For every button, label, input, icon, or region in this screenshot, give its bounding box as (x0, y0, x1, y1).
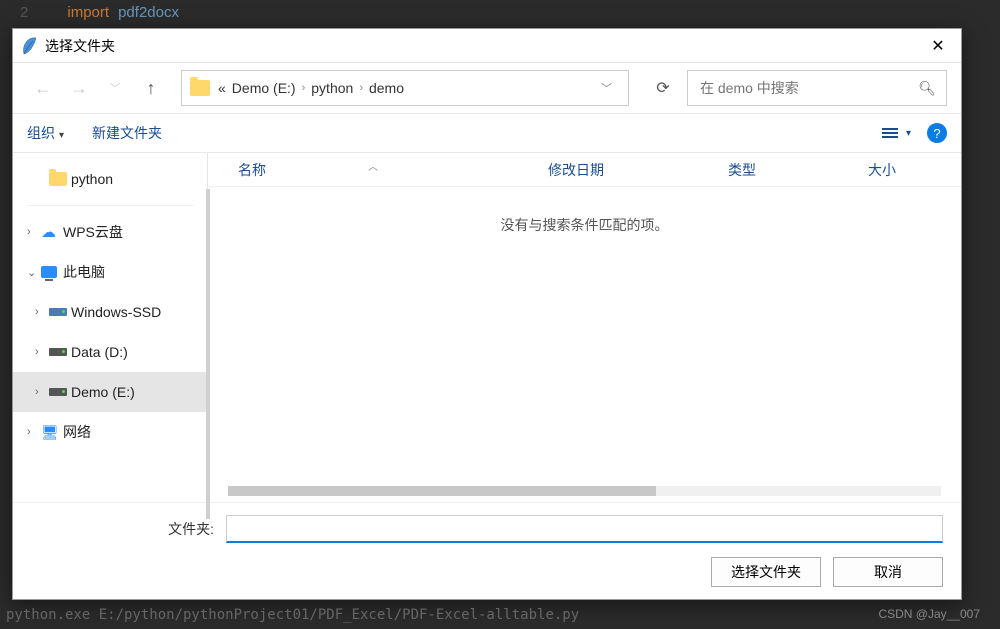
tree-item-drive-c[interactable]: › Windows-SSD (13, 292, 207, 332)
toolbar: 组织 ▾ 新建文件夹 ▾ ? (13, 113, 961, 153)
tree-item-this-pc[interactable]: ⌄ 此电脑 (13, 252, 207, 292)
watermark: CSDN @Jay__007 (878, 607, 980, 621)
organize-menu[interactable]: 组织 ▾ (27, 123, 64, 143)
close-button[interactable]: ✕ (923, 36, 953, 56)
breadcrumb-dropdown[interactable]: ﹀ (593, 80, 620, 96)
tree-label: WPS云盘 (63, 222, 123, 242)
button-row: 选择文件夹 取消 (31, 557, 943, 587)
forward-button[interactable]: → (63, 72, 95, 104)
folder-icon (190, 80, 210, 96)
tree-label: Data (D:) (71, 344, 128, 360)
scrollbar-thumb[interactable] (228, 486, 656, 496)
folder-icon (49, 172, 67, 186)
tree-item-wps-cloud[interactable]: ›☁ WPS云盘 (13, 212, 207, 252)
breadcrumb-segment[interactable]: demo (369, 80, 404, 96)
network-icon: 🖥 (41, 424, 59, 441)
empty-message: 没有与搜索条件匹配的项。 (208, 215, 961, 235)
search-box[interactable]: 🔍︎ (687, 70, 947, 106)
drive-icon (49, 388, 67, 396)
column-modified[interactable]: 修改日期 (518, 160, 698, 180)
breadcrumb-prefix: « (218, 80, 226, 96)
new-folder-button[interactable]: 新建文件夹 (92, 123, 162, 143)
help-button[interactable]: ? (927, 123, 947, 143)
breadcrumb-segment[interactable]: python (311, 80, 353, 96)
folder-label: 文件夹: (31, 519, 226, 539)
select-folder-button[interactable]: 选择文件夹 (711, 557, 821, 587)
chevron-down-icon[interactable]: ▾ (906, 128, 911, 139)
address-bar[interactable]: « Demo (E:) › python › demo ﹀ (181, 70, 629, 106)
terminal-output: python.exe E:/python/pythonProject01/PDF… (0, 607, 1000, 629)
organize-label: 组织 (27, 125, 55, 141)
drive-icon (49, 348, 67, 356)
view-options-button[interactable] (878, 126, 902, 140)
column-size[interactable]: 大小 (838, 160, 961, 180)
monitor-icon (41, 266, 57, 278)
tree-item-drive-d[interactable]: › Data (D:) (13, 332, 207, 372)
file-list-area: 名称 ︿ 修改日期 类型 大小 没有与搜索条件匹配的项。 (208, 153, 961, 502)
tree-item-network[interactable]: ›🖥 网络 (13, 412, 207, 452)
search-icon[interactable]: 🔍︎ (918, 80, 936, 97)
dialog-title: 选择文件夹 (45, 36, 923, 56)
folder-name-row: 文件夹: (31, 515, 943, 543)
tree-label: python (71, 171, 113, 187)
dialog-body: python ›☁ WPS云盘 ⌄ 此电脑 › Windows-SSD › Da… (13, 153, 961, 502)
tree-label: Demo (E:) (71, 384, 135, 400)
module-name: pdf2docx (118, 4, 179, 21)
up-button[interactable]: ↑ (135, 72, 167, 104)
column-name[interactable]: 名称 ︿ (208, 160, 518, 180)
app-icon (21, 37, 37, 55)
breadcrumb-segment[interactable]: Demo (E:) (232, 80, 296, 96)
title-bar: 选择文件夹 ✕ (13, 29, 961, 63)
refresh-button[interactable]: ⟳ (643, 70, 683, 106)
cloud-icon: ☁ (41, 223, 56, 241)
tree-item-drive-e[interactable]: › Demo (E:) (13, 372, 207, 412)
tree-item-python[interactable]: python (13, 159, 207, 199)
dialog-footer: 文件夹: 选择文件夹 取消 (13, 502, 961, 599)
sort-indicator-icon: ︿ (368, 158, 378, 173)
editor-background: 2 import pdf2docx (0, 0, 1000, 25)
column-type[interactable]: 类型 (698, 160, 838, 180)
search-input[interactable] (698, 79, 918, 97)
chevron-right-icon: › (302, 82, 306, 94)
column-label: 名称 (238, 162, 266, 178)
folder-name-input[interactable] (226, 515, 943, 543)
cancel-button[interactable]: 取消 (833, 557, 943, 587)
back-button[interactable]: ← (27, 72, 59, 104)
tree-label: 网络 (63, 422, 91, 442)
drive-icon (49, 308, 67, 316)
navigation-row: ← → ﹀ ↑ « Demo (E:) › python › demo ﹀ ⟳ … (13, 63, 961, 113)
chevron-right-icon: › (359, 82, 363, 94)
tree-label: 此电脑 (63, 262, 105, 282)
column-headers: 名称 ︿ 修改日期 类型 大小 (208, 153, 961, 187)
recent-dropdown[interactable]: ﹀ (99, 72, 131, 104)
tree-label: Windows-SSD (71, 304, 161, 320)
line-number: 2 (20, 4, 28, 21)
keyword: import (67, 4, 109, 21)
horizontal-scrollbar[interactable] (228, 486, 941, 496)
chevron-down-icon: ▾ (59, 130, 64, 141)
folder-picker-dialog: 选择文件夹 ✕ ← → ﹀ ↑ « Demo (E:) › python › d… (12, 28, 962, 600)
navigation-tree: python ›☁ WPS云盘 ⌄ 此电脑 › Windows-SSD › Da… (13, 153, 208, 502)
